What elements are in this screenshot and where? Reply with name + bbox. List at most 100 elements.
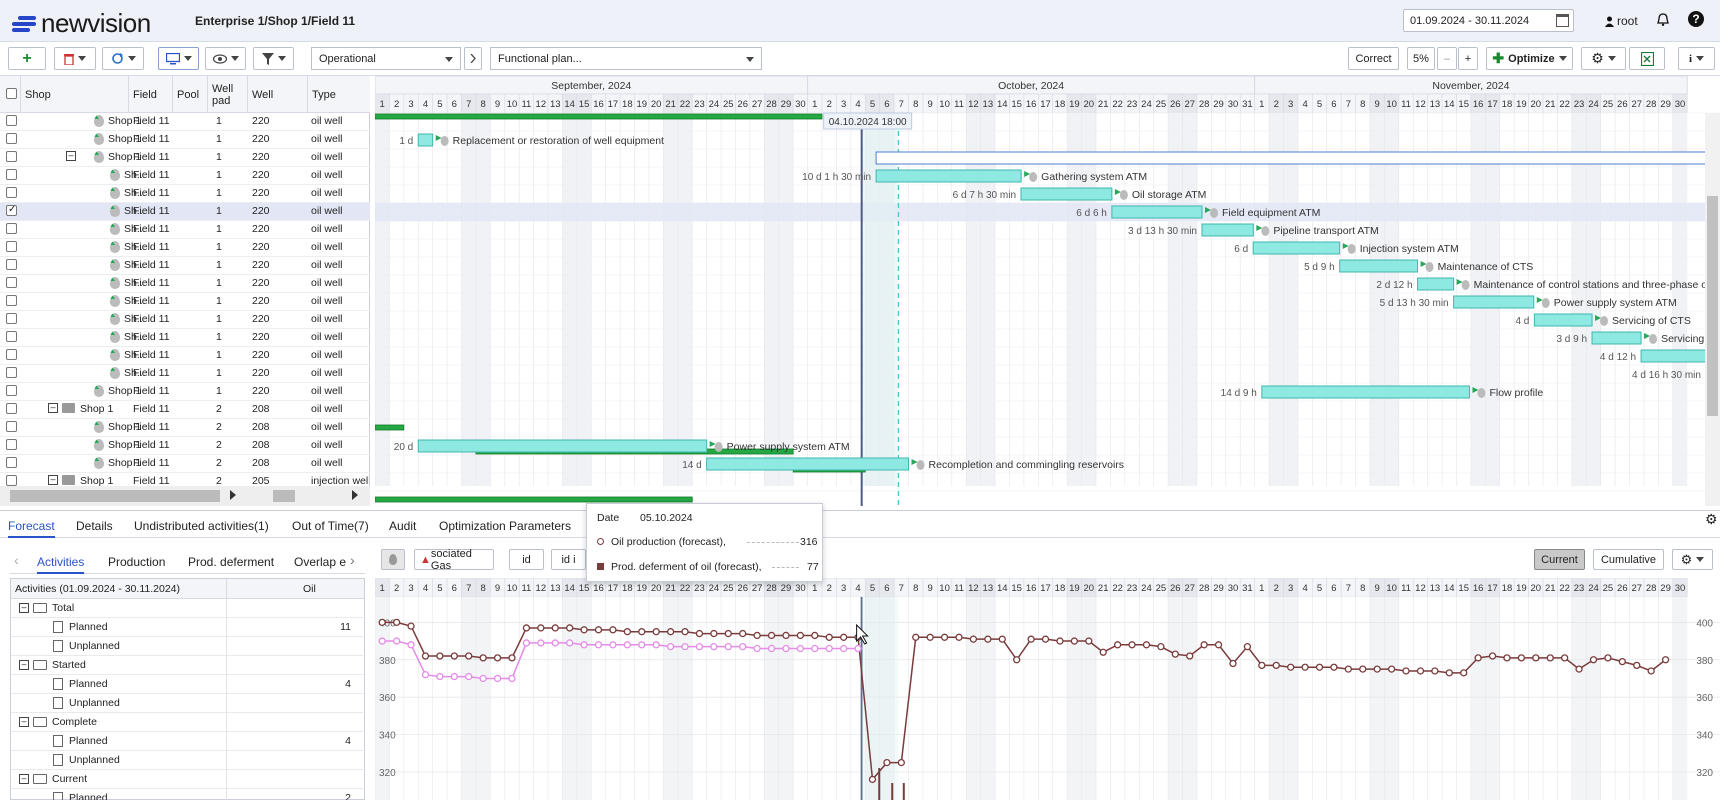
row-checkbox[interactable]	[6, 133, 17, 144]
tab-optimization[interactable]: Optimization Parameters	[439, 519, 571, 533]
filter-button[interactable]	[253, 47, 294, 70]
table-row[interactable]: – Shop 1 Field 11 1 220 oil well	[0, 149, 370, 167]
table-row[interactable]: Shop 1 Field 11 2 208 oil well	[0, 437, 370, 455]
series-point-0[interactable]	[493, 654, 502, 662]
row-checkbox[interactable]	[6, 367, 17, 378]
list-item[interactable]: – Total	[11, 599, 366, 618]
scroll-right-icon[interactable]	[230, 490, 236, 500]
deferment-bar[interactable]	[902, 783, 905, 800]
list-item[interactable]: – Current	[11, 770, 366, 789]
series-point-1[interactable]	[811, 644, 819, 653]
list-item[interactable]: Planned 4	[11, 675, 366, 694]
collapse-icon[interactable]: –	[66, 151, 76, 161]
tab-undistributed[interactable]: Undistributed activities(1)	[134, 519, 269, 533]
series-point-0[interactable]	[1056, 637, 1064, 645]
col-pool[interactable]: Pool	[173, 76, 208, 113]
series-point-1[interactable]	[839, 644, 848, 653]
settings-button[interactable]: ⚙	[1581, 47, 1626, 70]
calendar-icon[interactable]	[1556, 14, 1569, 27]
subtab-next-icon[interactable]: ›	[350, 552, 355, 568]
series-point-0[interactable]	[724, 629, 732, 638]
series-point-0[interactable]	[695, 629, 704, 638]
refresh-button[interactable]	[102, 47, 144, 70]
series-point-0[interactable]	[1330, 663, 1338, 671]
scroll-right-icon-2[interactable]	[352, 490, 358, 500]
series-point-0[interactable]	[782, 631, 790, 640]
series-point-0[interactable]	[638, 628, 646, 636]
series-point-1[interactable]	[681, 643, 689, 651]
series-point-1[interactable]	[551, 639, 559, 647]
series-point-0[interactable]	[1589, 656, 1598, 664]
series-point-0[interactable]	[897, 758, 905, 767]
row-checkbox[interactable]	[6, 295, 17, 306]
export-excel-button[interactable]	[1629, 47, 1665, 70]
task-bar[interactable]	[1111, 205, 1203, 219]
series-point-0[interactable]	[1186, 652, 1194, 660]
series-point-1[interactable]	[537, 639, 545, 647]
mode-select[interactable]: Operational	[311, 47, 461, 70]
series-point-0[interactable]	[1431, 667, 1439, 675]
subtab-production[interactable]: Production	[108, 555, 165, 569]
subtab-prod-deferment[interactable]: Prod. deferment	[188, 555, 274, 569]
tab-details[interactable]: Details	[76, 519, 113, 533]
series-point-0[interactable]	[825, 633, 833, 641]
table-row[interactable]: Shop 1 Field 11 1 220 oil well	[0, 383, 370, 401]
zoom-out-button[interactable]: –	[1437, 47, 1457, 70]
collapse-icon[interactable]: –	[19, 717, 29, 727]
col-type[interactable]: Type	[308, 76, 370, 113]
scrollbar-thumb[interactable]	[10, 490, 220, 502]
series-point-0[interactable]	[1416, 667, 1425, 675]
table-row[interactable]: Sh...Field 111220oil well	[0, 347, 370, 365]
table-row[interactable]: Sh...Field 111220oil well	[0, 185, 370, 203]
series-point-1[interactable]	[465, 672, 473, 681]
row-checkbox[interactable]	[6, 259, 17, 270]
table-row[interactable]: Shop 1 Field 11 1 220 oil well	[0, 113, 370, 131]
gantt-canvas[interactable]: September, 20241 2 3 4 5 6 7 8 9 10 11 12 13 14 15 16 17…	[375, 76, 1720, 506]
series-point-0[interactable]	[1647, 667, 1655, 675]
col-well[interactable]: Well	[248, 76, 308, 113]
series-point-1[interactable]	[753, 644, 761, 653]
series-point-0[interactable]	[1661, 656, 1670, 664]
series-point-0[interactable]	[998, 635, 1006, 643]
table-row[interactable]: Sh...Field 111220oil well	[0, 293, 370, 311]
plan-select[interactable]: Functional plan...	[490, 47, 762, 70]
task-bar[interactable]	[1201, 223, 1254, 237]
series-point-0[interactable]	[465, 652, 473, 660]
series-point-0[interactable]	[1099, 648, 1107, 656]
list-item[interactable]: Unplanned	[11, 694, 366, 713]
col-field[interactable]: Field	[129, 76, 173, 113]
series-point-1[interactable]	[825, 644, 833, 653]
header-select-all[interactable]	[0, 76, 21, 113]
date-range-input[interactable]: 01.09.2024 - 30.11.2024	[1403, 9, 1574, 32]
series-point-1[interactable]	[710, 643, 718, 651]
series-point-0[interactable]	[1445, 669, 1453, 677]
series-point-0[interactable]	[450, 652, 458, 660]
series-point-0[interactable]	[1243, 643, 1252, 651]
table-row[interactable]: Sh...Field 111220oil well	[0, 257, 370, 275]
series-point-0[interactable]	[551, 624, 559, 632]
actual-bar[interactable]	[375, 496, 693, 503]
series-point-0[interactable]	[1546, 654, 1554, 662]
series-point-0[interactable]	[1633, 661, 1641, 670]
series-point-0[interactable]	[652, 628, 660, 636]
table-row[interactable]: Sh...Field 111220oil well	[0, 275, 370, 293]
series-point-1[interactable]	[796, 644, 805, 653]
task-bar[interactable]	[1591, 331, 1642, 345]
row-checkbox[interactable]	[6, 331, 17, 342]
series-point-0[interactable]	[969, 635, 978, 643]
series-point-0[interactable]	[1013, 656, 1021, 664]
series-point-0[interactable]	[883, 758, 891, 767]
row-checkbox[interactable]	[6, 241, 17, 252]
series-point-0[interactable]	[681, 628, 689, 636]
production-chart[interactable]: 1 2 3 4 5 6 7 8 9 10 11 12 13 14 15 16 17 18 19 20 21 22 23 24 2…	[375, 578, 1720, 800]
task-bar[interactable]	[1533, 313, 1593, 327]
series-point-1[interactable]	[378, 637, 386, 645]
collapse-icon[interactable]: –	[19, 774, 29, 784]
series-point-1[interactable]	[522, 639, 531, 647]
series-point-0[interactable]	[1200, 641, 1208, 649]
fluid-filter-button[interactable]: id	[509, 549, 544, 570]
series-point-0[interactable]	[623, 628, 632, 636]
series-point-0[interactable]	[508, 654, 516, 662]
series-point-0[interactable]	[926, 633, 934, 641]
series-point-0[interactable]	[1128, 641, 1136, 649]
